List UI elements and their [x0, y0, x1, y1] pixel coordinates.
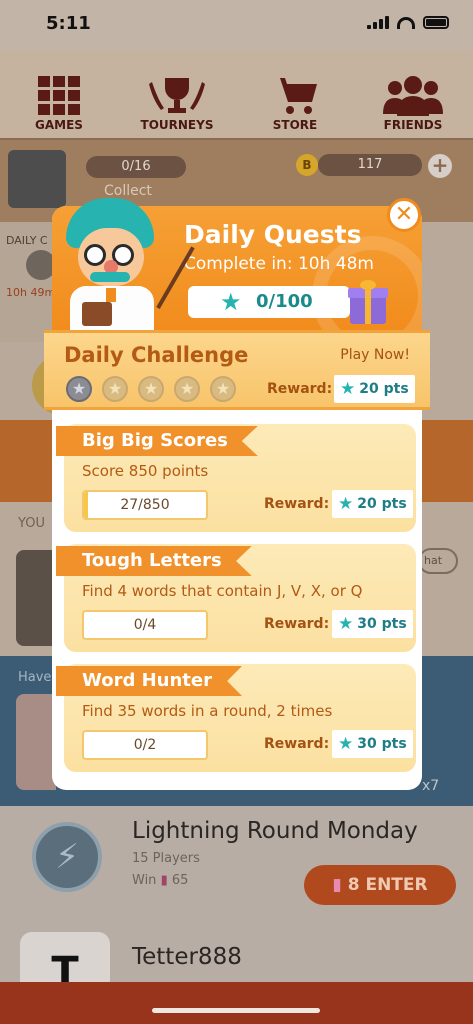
star-icon: ★ [220, 288, 242, 316]
daily-challenge[interactable]: Daily Challenge Play Now! ★ ★ ★ ★ ★ Reward: … [44, 330, 430, 410]
quest-card: Tough Letters Find 4 words that contain … [56, 544, 416, 652]
coin-icon: B [296, 154, 318, 176]
timer-bg: 10h 49m [6, 286, 56, 299]
grid-icon [9, 74, 109, 118]
nav-tourneys[interactable]: TOURNEYS [127, 74, 227, 132]
collect-label[interactable]: Collect [104, 183, 152, 199]
nav-store-label: STORE [272, 118, 318, 132]
daily-challenge-strip-bg: DAILY C 10h 49m [0, 222, 60, 342]
quest-reward-pts: 20 pts [357, 496, 407, 512]
quest-description: Find 35 words in a round, 2 times [82, 702, 333, 720]
enter-cost: 8 [347, 875, 360, 895]
trophy-icon [127, 74, 227, 118]
quest-progress-bar: 0/2 [82, 730, 208, 760]
tournament-players: 15 Players [132, 851, 200, 866]
quest-progress: ★ 0/100 [188, 286, 350, 318]
ticket-icon: ▮ [160, 873, 168, 888]
quest-progress-value: 0/100 [256, 291, 313, 312]
quest-description: Find 4 words that contain J, V, X, or Q [82, 582, 363, 600]
quest-reward-pts: 30 pts [357, 736, 407, 752]
gift-icon [348, 280, 388, 324]
star-icon: ★ [338, 734, 354, 754]
home-indicator[interactable] [152, 1008, 320, 1013]
challenge-star-icon: ★ [102, 376, 128, 402]
quest-progress-text: 0/2 [133, 737, 157, 753]
collect-thumbnail[interactable] [8, 150, 66, 208]
quest-reward-label: Reward: [264, 496, 330, 512]
professor-mascot [60, 198, 195, 332]
nav-store[interactable]: STORE [245, 74, 345, 132]
game-card-bg [16, 550, 56, 646]
player-name: Tetter888 [132, 944, 242, 970]
daily-quests-modal: Daily Quests Complete in: 10h 48m ★ 0/10… [44, 198, 430, 790]
collect-count: 0/16 [86, 156, 186, 178]
play-now-link[interactable]: Play Now! [340, 347, 410, 363]
quest-progress-text: 27/850 [120, 497, 170, 513]
have-label-bg: Have [18, 670, 52, 685]
nav-tourneys-label: TOURNEYS [140, 118, 214, 132]
nav-games-label: GAMES [35, 118, 83, 132]
challenge-star-icon: ★ [174, 376, 200, 402]
lightning-icon: ⚡ [32, 822, 102, 892]
challenge-star-icon: ★ [210, 376, 236, 402]
challenge-reward-label: Reward: [267, 381, 333, 397]
bottom-strip [0, 982, 473, 1024]
challenge-stars: ★ ★ ★ ★ ★ [66, 376, 236, 402]
win-label: Win [132, 873, 157, 888]
quest-card: Big Big Scores Score 850 points 27/850 R… [56, 424, 416, 532]
close-button[interactable]: ✕ [387, 198, 421, 232]
daily-challenge-label-bg: DAILY C [6, 234, 48, 247]
quest-title: Word Hunter [56, 666, 242, 696]
tournament-title: Lightning Round Monday [132, 818, 418, 844]
chat-button-bg[interactable]: hat [418, 548, 458, 574]
win-amount: 65 [171, 873, 189, 888]
enter-button[interactable]: ▮ 8 ENTER [304, 865, 456, 905]
quest-progress-bar: 27/850 [82, 490, 208, 520]
star-icon: ★ [338, 614, 354, 634]
game-card-bg-2 [16, 694, 56, 790]
quest-progress-fill [84, 492, 88, 518]
quest-reward: ★ 20 pts [332, 490, 413, 518]
status-icons [367, 16, 449, 29]
quest-reward-label: Reward: [264, 616, 330, 632]
challenge-star-icon: ★ [66, 376, 92, 402]
ticket-icon: ▮ [332, 875, 342, 895]
quest-card: Word Hunter Find 35 words in a round, 2 … [56, 664, 416, 772]
modal-title: Daily Quests [184, 220, 362, 249]
nav-games[interactable]: GAMES [9, 74, 109, 132]
modal-countdown: Complete in: 10h 48m [184, 254, 374, 274]
challenge-reward: ★ 20 pts [334, 375, 415, 403]
you-label-bg: YOU [18, 516, 45, 531]
quest-reward: ★ 30 pts [332, 730, 413, 758]
wifi-icon [397, 16, 415, 29]
quest-progress-text: 0/4 [133, 617, 157, 633]
challenge-star-icon: ★ [138, 376, 164, 402]
multiplier-bg: x7 [422, 778, 440, 794]
star-icon: ★ [340, 379, 356, 399]
star-icon: ★ [338, 494, 354, 514]
quest-progress-bar: 0/4 [82, 610, 208, 640]
friends-icon [363, 74, 463, 118]
nav-bar: GAMES TOURNEYS STORE FRIENDS [0, 50, 473, 140]
close-icon: ✕ [394, 202, 414, 227]
tournament-win: Win ▮ 65 [132, 873, 188, 888]
nav-friends-label: FRIENDS [383, 118, 443, 132]
daily-challenge-title: Daily Challenge [64, 343, 249, 367]
status-bar: 5:11 [0, 0, 473, 50]
quest-title: Big Big Scores [56, 426, 258, 456]
battery-icon [423, 16, 449, 29]
cart-icon [245, 74, 345, 118]
add-coins-button[interactable]: + [428, 154, 452, 178]
nav-friends[interactable]: FRIENDS [363, 74, 463, 132]
quest-reward-pts: 30 pts [357, 616, 407, 632]
coin-count: 117 [318, 154, 422, 176]
quest-title: Tough Letters [56, 546, 252, 576]
status-time: 5:11 [46, 13, 91, 34]
quest-reward: ★ 30 pts [332, 610, 413, 638]
quest-reward-label: Reward: [264, 736, 330, 752]
signal-icon [367, 16, 389, 29]
enter-label: ENTER [365, 875, 428, 895]
challenge-reward-pts: 20 pts [359, 381, 409, 397]
quest-description: Score 850 points [82, 462, 209, 480]
